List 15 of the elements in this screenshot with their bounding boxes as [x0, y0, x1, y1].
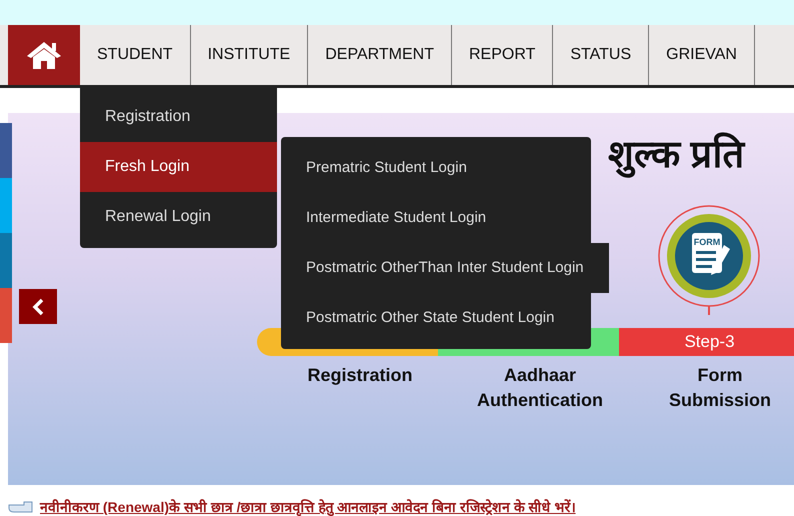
previous-slide-button[interactable]: [19, 289, 57, 324]
step-label: Aadhaar Authentication: [476, 364, 604, 412]
social-share-button[interactable]: [0, 288, 12, 343]
banner-title: शुल्क प्रति: [608, 131, 745, 180]
home-button[interactable]: [8, 25, 80, 85]
step-label: Registration: [306, 364, 414, 387]
menu-item[interactable]: Fresh Login: [80, 142, 277, 192]
chevron-left-icon: [32, 298, 44, 316]
social-share-button[interactable]: [0, 233, 12, 288]
step-label: Form Submission: [668, 364, 772, 412]
house-icon: [26, 40, 62, 70]
step-bar-segment: Step-3: [619, 328, 794, 356]
social-share-button[interactable]: [0, 178, 12, 233]
social-share-button[interactable]: [0, 123, 12, 178]
notice-link[interactable]: नवीनीकरण (Renewal)के सभी छात्र /छात्रा छात्रवृत्ति हेतु आनलाइन आवेदन बिना रजिस्ट्रेशन के सीधे भरें।: [40, 498, 576, 516]
